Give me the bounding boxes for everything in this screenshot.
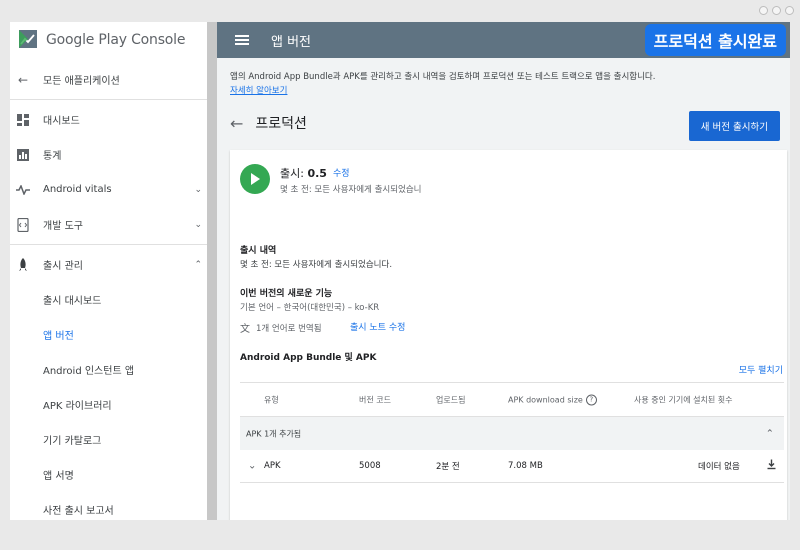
sidebar-item-label: 출시 관리 [43, 261, 83, 272]
window-control-dot[interactable] [759, 6, 768, 15]
divider [10, 244, 216, 245]
sidebar-item-apk-library[interactable]: APK 라이브러리 [10, 387, 216, 422]
sidebar-item-android-vitals[interactable]: Android vitals ⌄ [10, 172, 216, 207]
logo[interactable]: Google Play Console [10, 22, 216, 58]
edit-release-notes-link[interactable]: 출시 노트 수정 [350, 320, 405, 333]
expand-all-link[interactable]: 모두 펼치기 [739, 363, 783, 376]
browser-frame: Google Play Console ← 모든 애플리케이션 대시보드 통계 [0, 0, 800, 550]
sidebar-item-label: 출시 대시보드 [43, 296, 102, 307]
sidebar-item-pre-launch-report[interactable]: 사전 출시 보고서 [10, 492, 216, 520]
back-arrow-icon[interactable]: ← [230, 114, 243, 133]
sidebar-item-dev-tools[interactable]: 개발 도구 ⌄ [10, 207, 216, 242]
col-uploaded: 업로드됨 [436, 395, 466, 404]
edit-release-link[interactable]: 수정 [333, 166, 350, 179]
page-description: 앱의 Android App Bundle과 APK를 관리하고 출시 내역을 … [230, 72, 656, 82]
play-console-logo-icon [19, 30, 37, 48]
apk-group-row[interactable]: APK 1개 추가됨 ⌃ [240, 417, 784, 450]
bar-chart-icon [16, 148, 30, 162]
table-row[interactable]: ⌄ APK 5008 2분 전 7.08 MB 데이터 없음 [240, 450, 784, 483]
rocket-icon [16, 257, 30, 272]
release-subtitle: 몇 초 전: 모든 사용자에게 출시되었습니 [280, 185, 422, 195]
table-header: 유형 버전 코드 업로드됨 APK download size? 사용 중인 기… [240, 382, 784, 417]
chevron-down-icon: ⌄ [194, 219, 202, 230]
learn-more-link[interactable]: 자세히 알아보기 [230, 84, 287, 96]
sidebar-item-dashboard[interactable]: 대시보드 [10, 102, 216, 137]
cell-installs: 데이터 없음 [698, 462, 740, 472]
sidebar-item-label: 개발 도구 [43, 221, 83, 232]
page-title: 앱 버전 [271, 34, 312, 50]
col-download-size: APK download size? [508, 394, 597, 405]
release-card: 출시: 0.5 수정 몇 초 전: 모든 사용자에게 출시되었습니 출시 내역 … [230, 150, 787, 520]
sidebar-item-label: Android vitals [43, 184, 112, 195]
chevron-down-icon: ⌄ [194, 184, 202, 195]
dev-tools-icon [16, 217, 30, 232]
translation-count: 1개 언어로 번역됨 [256, 323, 322, 334]
apk-table: 유형 버전 코드 업로드됨 APK download size? 사용 중인 기… [240, 382, 784, 483]
download-icon[interactable] [767, 459, 776, 473]
dashboard-icon [16, 113, 30, 127]
sidebar-item-app-signing[interactable]: 앱 서명 [10, 457, 216, 492]
sidebar-item-label: 모든 애플리케이션 [43, 76, 120, 87]
sidebar-item-app-releases[interactable]: 앱 버전 [10, 317, 216, 352]
col-version-code: 버전 코드 [359, 395, 391, 404]
translation-info: 文 1개 언어로 번역됨 [240, 320, 322, 336]
sidebar-item-label: Android 인스턴트 앱 [43, 366, 135, 377]
col-installs: 사용 중인 기기에 설치된 횟수 [634, 395, 733, 404]
whats-new-text: 기본 언어 – 한국어(대한민국) – ko-KR [240, 303, 380, 313]
col-type: 유형 [264, 395, 279, 404]
window-control-dot[interactable] [785, 6, 794, 15]
sidebar-item-label: 통계 [43, 151, 62, 162]
translate-icon: 文 [240, 324, 250, 335]
pulse-icon [16, 183, 30, 197]
new-release-button[interactable]: 새 버전 출시하기 [688, 111, 780, 141]
cell-version-code: 5008 [359, 461, 381, 471]
play-console-app: Google Play Console ← 모든 애플리케이션 대시보드 통계 [10, 22, 790, 520]
release-title: 출시: 0.5 [280, 167, 327, 180]
group-label: APK 1개 추가됨 [246, 429, 302, 438]
sidebar-item-label: APK 라이브러리 [43, 401, 112, 412]
sidebar-item-statistics[interactable]: 통계 [10, 137, 216, 172]
window-control-dot[interactable] [772, 6, 781, 15]
release-history-label: 출시 내역 [240, 246, 277, 256]
chevron-up-icon[interactable]: ⌃ [766, 428, 774, 439]
sidebar-item-all-apps[interactable]: ← 모든 애플리케이션 [10, 62, 216, 97]
sidebar-item-label: 대시보드 [43, 116, 80, 127]
window-controls [759, 6, 794, 15]
status-badge: 프로덕션 출시완료 [644, 24, 786, 56]
sidebar-scrollbar[interactable] [207, 22, 217, 520]
back-arrow-icon: ← [17, 72, 29, 87]
cell-size: 7.08 MB [508, 461, 543, 471]
whats-new-label: 이번 버전의 새로운 기능 [240, 289, 333, 299]
hamburger-menu-icon[interactable] [235, 35, 249, 45]
sidebar-item-label: 앱 버전 [43, 331, 74, 342]
help-icon[interactable]: ? [585, 394, 597, 405]
top-bar: 앱 버전 프로덕션 출시완료 [217, 22, 790, 58]
sidebar-item-label: 사전 출시 보고서 [43, 506, 114, 517]
release-history-text: 몇 초 전: 모든 사용자에게 출시되었습니다. [240, 260, 393, 270]
logo-text: Google Play Console [46, 32, 186, 48]
sidebar-item-label: 기기 카탈로그 [43, 436, 102, 447]
track-title: 프로덕션 [255, 116, 307, 132]
play-release-icon [240, 164, 270, 194]
chevron-down-icon[interactable]: ⌄ [248, 461, 256, 472]
chevron-up-icon: ⌃ [194, 259, 202, 270]
sidebar-item-instant-apps[interactable]: Android 인스턴트 앱 [10, 352, 216, 387]
cell-type: APK [264, 461, 281, 471]
sidebar: Google Play Console ← 모든 애플리케이션 대시보드 통계 [10, 22, 217, 520]
track-header: ← 프로덕션 새 버전 출시하기 [230, 108, 780, 141]
sidebar-item-release-dashboard[interactable]: 출시 대시보드 [10, 282, 216, 317]
cell-uploaded: 2분 전 [436, 462, 460, 472]
divider [10, 99, 216, 100]
sidebar-item-device-catalog[interactable]: 기기 카탈로그 [10, 422, 216, 457]
bundle-section-label: Android App Bundle 및 APK [240, 353, 377, 363]
sidebar-item-release-management[interactable]: 출시 관리 ⌃ [10, 247, 216, 282]
sidebar-item-label: 앱 서명 [43, 471, 74, 482]
main-content: 앱의 Android App Bundle과 APK를 관리하고 출시 내역을 … [217, 58, 790, 520]
